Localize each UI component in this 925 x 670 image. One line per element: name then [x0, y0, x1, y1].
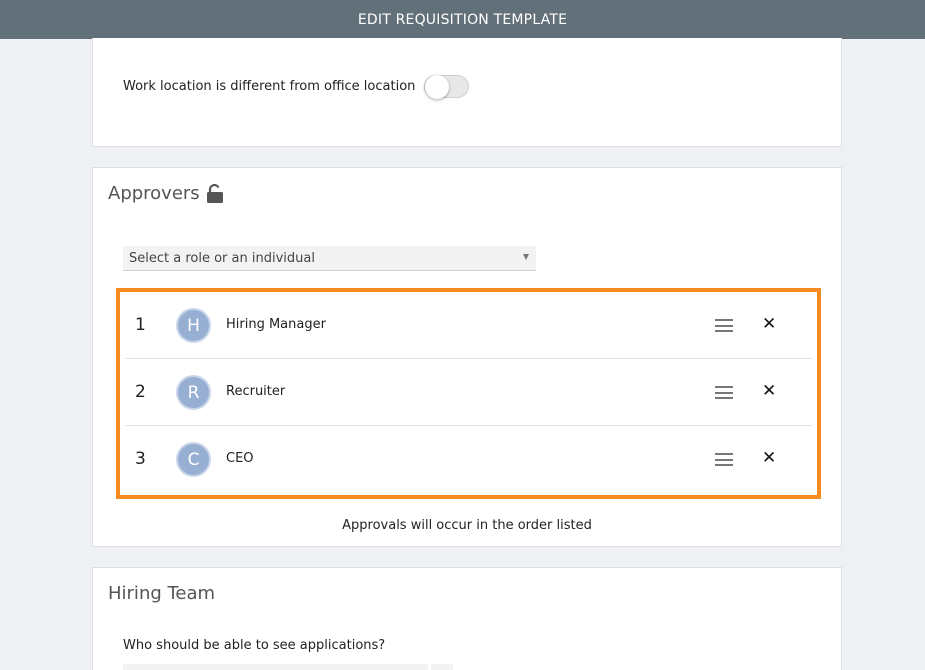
avatar-initial: C — [187, 449, 200, 470]
toggle-knob — [425, 75, 450, 99]
approver-name: CEO — [226, 451, 254, 466]
approver-list: 1 H Hiring Manager ✕ 2 R Recruiter ✕ 3 C… — [116, 288, 821, 499]
approver-select[interactable]: Select a role or an individual — [123, 246, 536, 271]
top-bar: EDIT REQUISITION TEMPLATE — [0, 0, 925, 39]
approvers-heading: Approvers — [108, 183, 224, 204]
location-toggle-label: Work location is different from office l… — [123, 79, 416, 94]
location-toggle-row: Work location is different from office l… — [123, 75, 470, 99]
hiring-team-question: Who should be able to see applications? — [123, 638, 386, 653]
lock-open-icon[interactable] — [206, 184, 224, 203]
avatar: C — [176, 442, 211, 477]
approver-name: Recruiter — [226, 384, 286, 399]
approval-order-note: Approvals will occur in the order listed — [342, 518, 592, 533]
approver-order: 2 — [135, 382, 146, 402]
hiring-team-card: Hiring Team Who should be able to see ap… — [92, 567, 842, 670]
hiring-team-select-button[interactable] — [431, 664, 453, 670]
approvers-title: Approvers — [108, 183, 200, 204]
approver-row: 1 H Hiring Manager ✕ — [125, 292, 812, 359]
page-title: EDIT REQUISITION TEMPLATE — [357, 11, 568, 28]
avatar: H — [176, 308, 211, 343]
approver-order: 3 — [135, 449, 146, 469]
drag-handle-icon[interactable] — [715, 453, 733, 466]
hiring-team-select[interactable] — [123, 664, 428, 670]
close-icon[interactable]: ✕ — [762, 316, 776, 333]
approver-row: 3 C CEO ✕ — [125, 426, 812, 493]
hiring-team-title: Hiring Team — [108, 583, 216, 604]
approver-name: Hiring Manager — [226, 317, 326, 332]
avatar: R — [176, 375, 211, 410]
drag-handle-icon[interactable] — [715, 319, 733, 332]
approver-order: 1 — [135, 315, 146, 335]
location-card: Work location is different from office l… — [92, 38, 842, 147]
avatar-initial: R — [187, 382, 200, 403]
avatar-initial: H — [187, 315, 200, 336]
close-icon[interactable]: ✕ — [762, 383, 776, 400]
close-icon[interactable]: ✕ — [762, 450, 776, 467]
drag-handle-icon[interactable] — [715, 386, 733, 399]
approver-row: 2 R Recruiter ✕ — [125, 359, 812, 426]
location-toggle[interactable] — [424, 75, 470, 99]
approver-select-placeholder: Select a role or an individual — [129, 250, 315, 266]
approvers-card: Approvers Select a role or an individual… — [92, 167, 842, 547]
chevron-down-icon — [523, 254, 529, 260]
